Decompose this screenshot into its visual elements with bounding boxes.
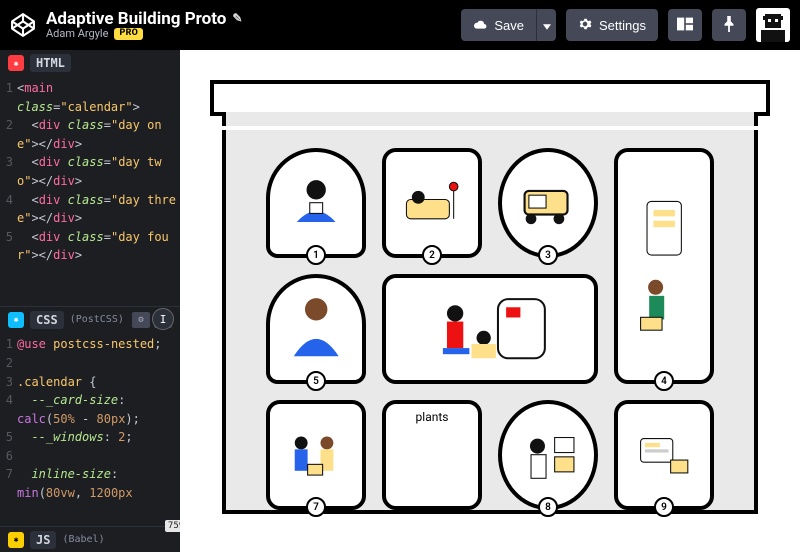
text-cursor-icon: I	[152, 308, 174, 330]
author-name[interactable]: Adam Argyle	[46, 28, 108, 40]
layout-icon	[677, 17, 693, 34]
css-badge-icon: ✱	[8, 312, 24, 328]
window-9: 9	[614, 400, 714, 510]
window-3: 3	[498, 148, 598, 258]
js-badge-icon: ✱	[8, 532, 24, 548]
window-5: 5	[266, 274, 366, 384]
html-panel-header[interactable]: ✱ HTML	[0, 50, 180, 76]
window-8: 8	[498, 400, 598, 510]
pin-icon	[723, 16, 735, 35]
window-6	[382, 274, 598, 384]
window-7: 7	[266, 400, 366, 510]
pro-badge: PRO	[114, 28, 143, 40]
user-avatar[interactable]	[756, 8, 790, 42]
chevron-down-icon	[543, 18, 551, 33]
css-editor[interactable]: 1@use postcss-nested; 2 3.calendar { 4 -…	[0, 332, 180, 526]
window-4: 4	[614, 148, 714, 384]
window-1: 1	[266, 148, 366, 258]
gear-icon	[578, 17, 592, 34]
building-illustration: 1 2 3 4	[210, 80, 770, 552]
preview-pane[interactable]: 1 2 3 4	[180, 50, 800, 552]
js-panel-header[interactable]: ✱ JS (Babel)	[0, 526, 180, 552]
codepen-logo[interactable]	[10, 12, 36, 38]
html-editor[interactable]: 1<main class="calendar"> 2 <div class="d…	[0, 76, 180, 306]
edit-title-icon[interactable]: ✎	[232, 12, 242, 25]
settings-button[interactable]: Settings	[566, 9, 658, 41]
window-plants: plants	[382, 400, 482, 510]
layout-button[interactable]	[668, 9, 702, 41]
save-button[interactable]: Save	[461, 9, 536, 41]
html-badge-icon: ✱	[8, 55, 24, 71]
cloud-icon	[473, 18, 487, 33]
pin-button[interactable]	[712, 9, 746, 41]
css-settings-icon[interactable]: ⚙	[132, 312, 150, 328]
pen-title[interactable]: Adaptive Building Proto	[46, 10, 226, 29]
save-dropdown[interactable]	[536, 9, 556, 41]
window-2: 2	[382, 148, 482, 258]
